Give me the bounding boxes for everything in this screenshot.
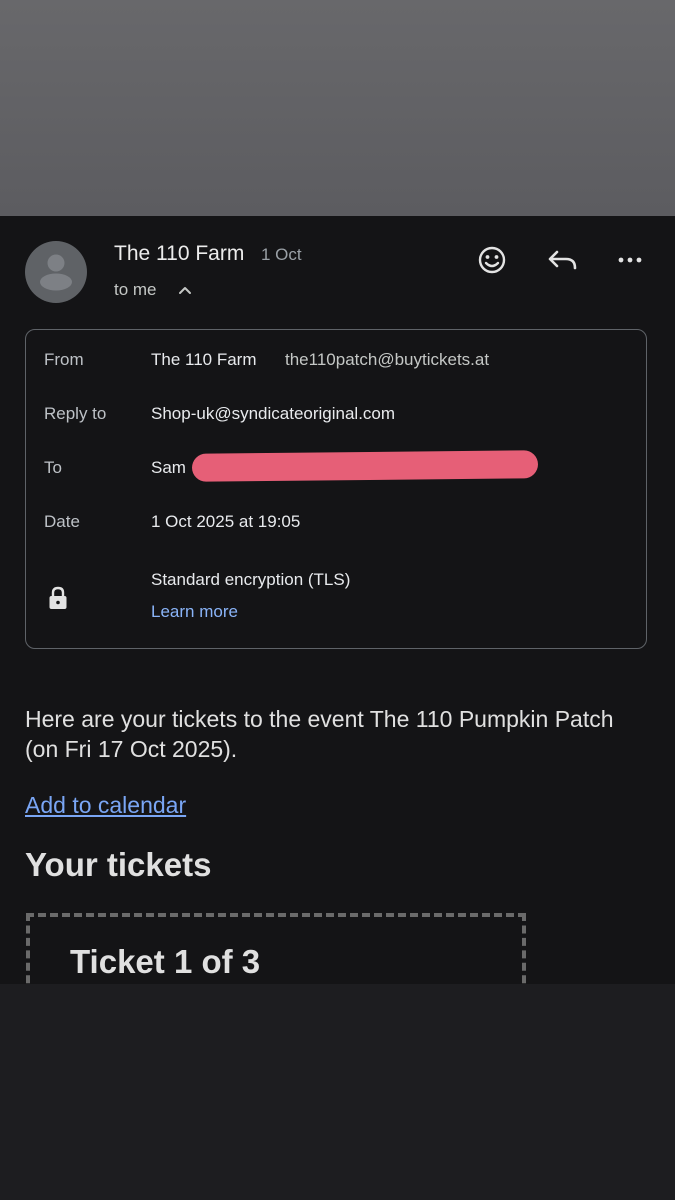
sender-name[interactable]: The 110 Farm [114,242,244,266]
learn-more-link[interactable]: Learn more [151,602,238,622]
email-view: The 110 Farm 1 Oct to me From The 110 Fa… [0,216,675,984]
lock-icon [49,586,67,609]
tickets-heading: Your tickets [25,846,212,883]
redaction-mark [191,450,539,482]
recipient-summary[interactable]: to me [114,280,157,300]
message-details-box: From The 110 Farm the110patch@buytickets… [25,329,647,649]
add-to-calendar-link[interactable]: Add to calendar [25,792,186,819]
ticket-card: Ticket 1 of 3 [26,913,526,984]
status-area-blank [0,0,675,216]
to-recipient[interactable]: Sam [151,458,186,478]
person-avatar-icon[interactable] [25,241,87,303]
encryption-status: Standard encryption (TLS) [151,570,351,589]
chevron-up-icon[interactable] [176,282,194,300]
blank-area-bottom [0,984,675,1200]
reply-to-email[interactable]: Shop-uk@syndicateoriginal.com [151,404,395,424]
smiley-icon[interactable] [474,242,510,278]
email-body-intro: Here are your tickets to the event The 1… [25,706,614,762]
reply-to-label: Reply to [44,404,107,423]
from-label: From [44,350,84,369]
to-label: To [44,458,62,477]
date-value: 1 Oct 2025 at 19:05 [151,512,301,531]
more-vertical-dots-icon[interactable] [612,242,648,278]
from-name[interactable]: The 110 Farm [151,350,257,370]
date-label: Date [44,512,80,531]
from-email[interactable]: the110patch@buytickets.at [285,350,489,370]
reply-icon[interactable] [544,242,580,278]
ticket-title: Ticket 1 of 3 [70,943,261,980]
message-date: 1 Oct [261,245,302,264]
